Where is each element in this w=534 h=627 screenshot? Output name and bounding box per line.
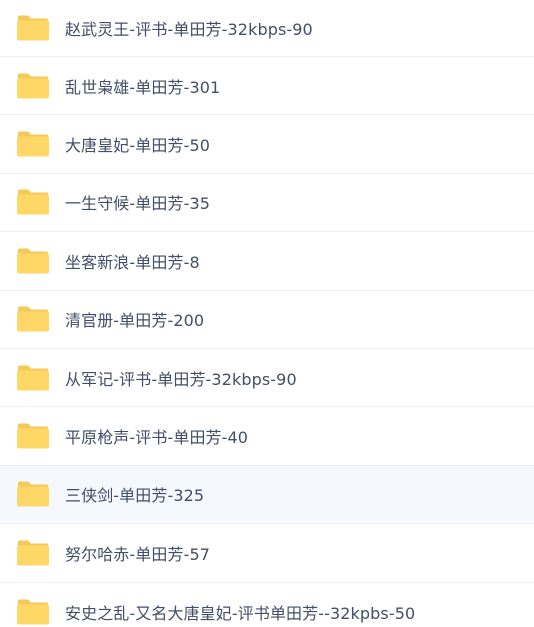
file-name: 从军记-评书-单田芳-32kbps-90 bbox=[65, 369, 297, 389]
folder-icon bbox=[16, 189, 50, 216]
list-item[interactable]: 一生守候-单田芳-35 bbox=[0, 174, 534, 233]
list-item[interactable]: 坐客新浪-单田芳-8 bbox=[0, 232, 534, 291]
list-item-selected[interactable]: 三侠剑-单田芳-325 bbox=[0, 465, 534, 525]
folder-icon bbox=[16, 539, 50, 566]
list-item[interactable]: 乱世枭雄-单田芳-301 bbox=[0, 57, 534, 116]
file-name: 安史之乱-又名大唐皇妃-评书单田芳--32kpbs-50 bbox=[65, 603, 416, 623]
list-item[interactable]: 赵武灵王-评书-单田芳-32kbps-90 bbox=[0, 0, 534, 57]
file-name: 清官册-单田芳-200 bbox=[65, 311, 205, 331]
list-item[interactable]: 安史之乱-又名大唐皇妃-评书单田芳--32kpbs-50 bbox=[0, 583, 534, 627]
file-name: 三侠剑-单田芳-325 bbox=[65, 486, 205, 506]
folder-icon bbox=[16, 306, 50, 333]
file-list: 赵武灵王-评书-单田芳-32kbps-90 乱世枭雄-单田芳-301 大唐皇妃-… bbox=[0, 0, 534, 627]
file-name: 赵武灵王-评书-单田芳-32kbps-90 bbox=[65, 20, 313, 39]
folder-icon bbox=[16, 15, 50, 42]
file-name: 乱世枭雄-单田芳-301 bbox=[65, 77, 221, 97]
folder-icon bbox=[16, 131, 50, 158]
file-name: 一生守候-单田芳-35 bbox=[65, 194, 211, 214]
list-item[interactable]: 清官册-单田芳-200 bbox=[0, 291, 534, 349]
folder-icon bbox=[16, 598, 50, 625]
folder-icon bbox=[16, 72, 50, 99]
folder-icon bbox=[16, 481, 50, 508]
folder-icon bbox=[16, 364, 50, 391]
list-item[interactable]: 平原枪声-评书-单田芳-40 bbox=[0, 407, 534, 466]
list-item[interactable]: 大唐皇妃-单田芳-50 bbox=[0, 115, 534, 174]
folder-icon bbox=[16, 423, 50, 450]
file-name: 努尔哈赤-单田芳-57 bbox=[65, 544, 211, 564]
file-name: 坐客新浪-单田芳-8 bbox=[65, 252, 200, 272]
list-item[interactable]: 努尔哈赤-单田芳-57 bbox=[0, 524, 534, 583]
file-name: 平原枪声-评书-单田芳-40 bbox=[65, 428, 249, 448]
folder-icon bbox=[16, 247, 50, 274]
list-item[interactable]: 从军记-评书-单田芳-32kbps-90 bbox=[0, 349, 534, 408]
file-name: 大唐皇妃-单田芳-50 bbox=[65, 136, 211, 156]
